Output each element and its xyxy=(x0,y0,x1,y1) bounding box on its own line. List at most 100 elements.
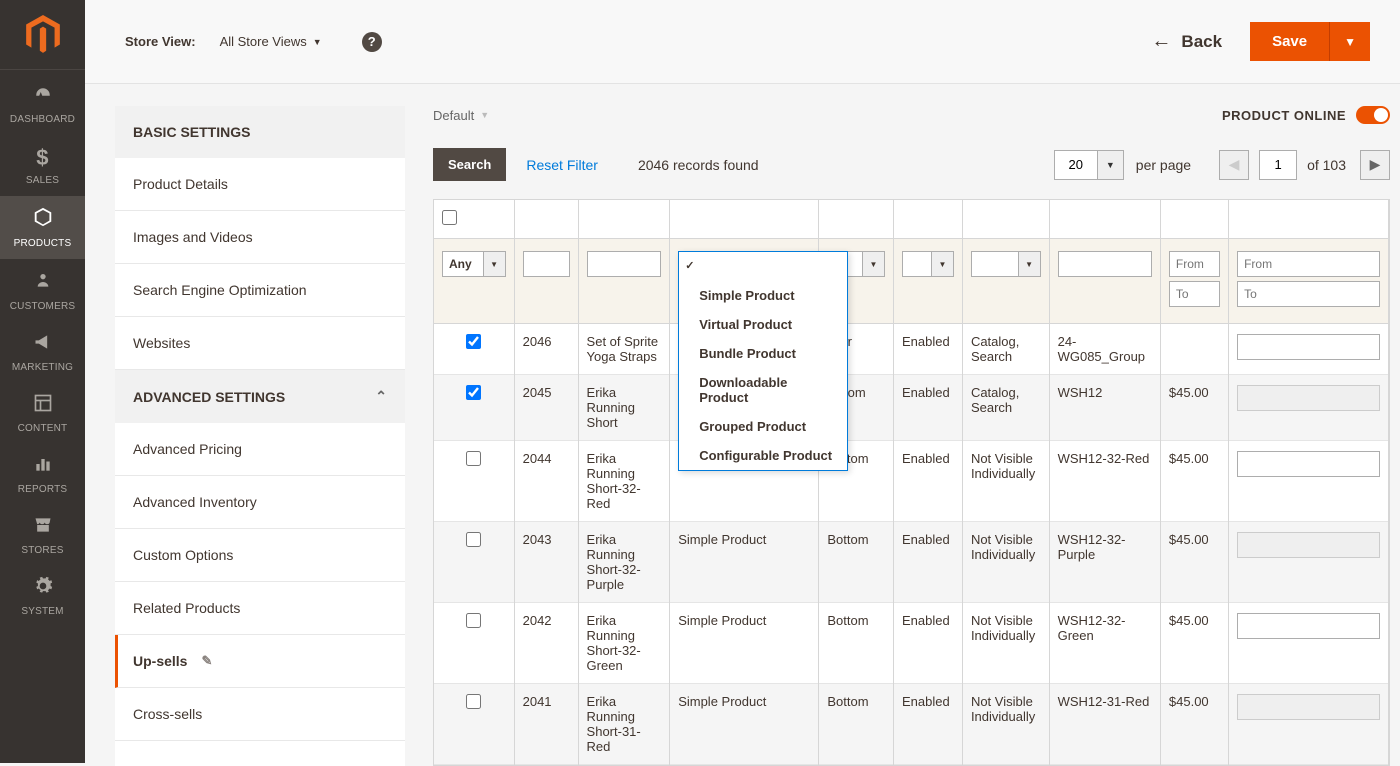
cell-name: Erika Running Short-32-Purple xyxy=(578,522,670,603)
nav-label: DASHBOARD xyxy=(10,114,75,125)
position-input[interactable] xyxy=(1237,694,1380,720)
topbar: Store View: All Store Views ▼ ? ← Back S… xyxy=(85,0,1400,84)
type-option[interactable] xyxy=(679,252,847,281)
basic-settings-header[interactable]: BASIC SETTINGS xyxy=(115,106,405,158)
filter-name-input[interactable] xyxy=(587,251,662,277)
position-input[interactable] xyxy=(1237,613,1380,639)
reset-filter-link[interactable]: Reset Filter xyxy=(526,157,598,173)
row-checkbox[interactable] xyxy=(466,694,481,709)
tab-advanced-pricing[interactable]: Advanced Pricing xyxy=(115,423,405,476)
filter-status-dropdown[interactable]: ▼ xyxy=(932,251,954,277)
filter-type-dropdown-menu: Simple ProductVirtual ProductBundle Prod… xyxy=(678,251,848,471)
cell-id: 2046 xyxy=(514,324,578,375)
tab-search-engine-optimization[interactable]: Search Engine Optimization xyxy=(115,264,405,317)
product-online-toggle[interactable] xyxy=(1356,106,1390,124)
help-icon[interactable]: ? xyxy=(362,32,382,52)
filter-sku-input[interactable] xyxy=(1058,251,1152,277)
cell-visibility: Not Visible Individually xyxy=(962,522,1049,603)
admin-nav: DASHBOARD $SALESPRODUCTSCUSTOMERS MARKETIN… xyxy=(0,0,85,763)
type-option[interactable]: Configurable Product xyxy=(679,441,847,470)
tab-related-products[interactable]: Related Products xyxy=(115,582,405,635)
next-page-button[interactable]: ▶ xyxy=(1360,150,1390,180)
nav-item-products[interactable]: PRODUCTS xyxy=(0,196,85,259)
type-option[interactable]: Simple Product xyxy=(679,281,847,310)
magento-logo[interactable] xyxy=(0,0,85,70)
type-option[interactable]: Downloadable Product xyxy=(679,368,847,412)
position-input[interactable] xyxy=(1237,334,1380,360)
back-button[interactable]: ← Back xyxy=(1151,30,1222,53)
store-view-label: Store View: xyxy=(125,34,196,49)
tab-up-sells[interactable]: Up-sells✎ xyxy=(115,635,405,688)
nav-label: MARKETING xyxy=(12,362,73,373)
filter-status-value xyxy=(902,251,932,277)
cell-name: Erika Running Short-32-Red xyxy=(578,441,670,522)
nav-item-content[interactable]: CONTENT xyxy=(0,383,85,444)
save-button[interactable]: Save xyxy=(1250,22,1329,61)
tab-advanced-inventory[interactable]: Advanced Inventory xyxy=(115,476,405,529)
position-input[interactable] xyxy=(1237,532,1380,558)
filter-position-from[interactable] xyxy=(1237,251,1380,277)
type-option[interactable]: Virtual Product xyxy=(679,310,847,339)
cell-visibility: Not Visible Individually xyxy=(962,441,1049,522)
prev-page-button[interactable]: ◀ xyxy=(1219,150,1249,180)
filter-visibility-dropdown[interactable]: ▼ xyxy=(1019,251,1041,277)
tab-images-and-videos[interactable]: Images and Videos xyxy=(115,211,405,264)
row-checkbox[interactable] xyxy=(466,451,481,466)
advanced-settings-header[interactable]: ADVANCED SETTINGS ⌃ xyxy=(115,370,405,423)
tab-custom-options[interactable]: Custom Options xyxy=(115,529,405,582)
table-row: 2043Erika Running Short-32-PurpleSimple … xyxy=(434,522,1389,603)
per-page-label: per page xyxy=(1136,157,1191,173)
cell-status: Enabled xyxy=(893,522,962,603)
nav-label: STORES xyxy=(21,545,63,556)
save-dropdown-toggle[interactable]: ▼ xyxy=(1329,22,1370,61)
nav-item-reports[interactable]: REPORTS xyxy=(0,444,85,505)
tab-product-details[interactable]: Product Details xyxy=(115,158,405,211)
cell-attribute-set: Bottom xyxy=(819,684,894,765)
filter-id-input[interactable] xyxy=(523,251,570,277)
per-page-dropdown[interactable]: ▼ xyxy=(1098,150,1124,180)
nav-item-sales[interactable]: $SALES xyxy=(0,135,85,196)
cell-visibility: Not Visible Individually xyxy=(962,684,1049,765)
cell-id: 2045 xyxy=(514,375,578,441)
row-checkbox[interactable] xyxy=(466,532,481,547)
tab-cross-sells[interactable]: Cross-sells xyxy=(115,688,405,741)
nav-item-customers[interactable]: CUSTOMERS xyxy=(0,259,85,322)
cell-sku: 24-WG085_Group xyxy=(1049,324,1160,375)
cell-attribute-set: Bottom xyxy=(819,603,894,684)
row-checkbox[interactable] xyxy=(466,613,481,628)
search-button[interactable]: Search xyxy=(433,148,506,181)
type-option[interactable]: Grouped Product xyxy=(679,412,847,441)
select-all-checkbox[interactable] xyxy=(442,210,457,225)
reports-icon xyxy=(33,454,53,480)
table-row: 2041Erika Running Short-31-RedSimple Pro… xyxy=(434,684,1389,765)
tab-websites[interactable]: Websites xyxy=(115,317,405,370)
type-option[interactable]: Bundle Product xyxy=(679,339,847,368)
filter-price-from[interactable] xyxy=(1169,251,1220,277)
filter-position-to[interactable] xyxy=(1237,281,1380,307)
nav-label: SALES xyxy=(26,175,59,186)
current-page-input[interactable] xyxy=(1259,150,1297,180)
table-row: 2042Erika Running Short-32-GreenSimple P… xyxy=(434,603,1389,684)
view-switcher[interactable]: Default ▼ xyxy=(433,108,489,123)
dashboard-icon xyxy=(32,86,54,110)
mass-select-dropdown[interactable]: ▼ xyxy=(484,251,506,277)
nav-label: SYSTEM xyxy=(21,606,63,617)
nav-item-stores[interactable]: STORES xyxy=(0,505,85,566)
store-view-switcher[interactable]: All Store Views ▼ xyxy=(220,34,322,49)
position-input[interactable] xyxy=(1237,385,1380,411)
arrow-left-icon: ← xyxy=(1151,30,1171,53)
basic-settings-label: BASIC SETTINGS xyxy=(133,124,250,140)
row-checkbox[interactable] xyxy=(466,385,481,400)
grid-area: Default ▼ PRODUCT ONLINE Search Reset Fi… xyxy=(405,106,1400,766)
row-checkbox[interactable] xyxy=(466,334,481,349)
filter-attrset-dropdown[interactable]: ▼ xyxy=(863,251,885,277)
cell-id: 2042 xyxy=(514,603,578,684)
table-row: 2045Erika Running ShortxxttomEnabledCata… xyxy=(434,375,1389,441)
per-page-input[interactable] xyxy=(1054,150,1098,180)
nav-item-marketing[interactable]: MARKETING xyxy=(0,322,85,383)
stores-icon xyxy=(32,515,54,541)
position-input[interactable] xyxy=(1237,451,1380,477)
nav-item-system[interactable]: SYSTEM xyxy=(0,566,85,627)
nav-item-dashboard[interactable]: DASHBOARD xyxy=(0,76,85,135)
filter-price-to[interactable] xyxy=(1169,281,1220,307)
